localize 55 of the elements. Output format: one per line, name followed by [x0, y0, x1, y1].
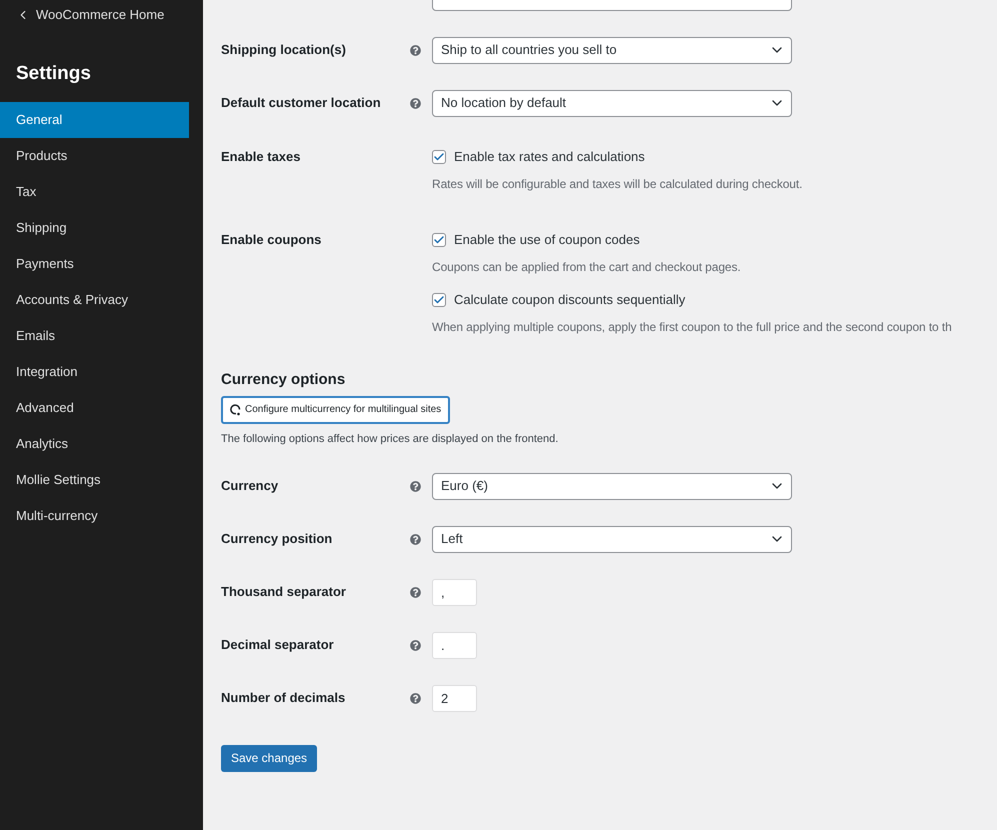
help-icon[interactable]	[410, 640, 421, 650]
help-icon[interactable]	[410, 44, 421, 56]
description-text: When applying multiple coupons, apply the first coupon to the full price and the second coupon to th	[432, 318, 952, 336]
sidebar-item[interactable]: Multi-currency	[0, 498, 189, 534]
select-field[interactable]: No location by default	[432, 90, 792, 116]
checkbox[interactable]	[432, 232, 446, 246]
configure-multicurrency-button[interactable]: Configure multicurrency for multilingual sites	[221, 396, 450, 424]
sidebar-item[interactable]: Emails	[0, 318, 189, 354]
select-field[interactable]: Left	[432, 526, 792, 552]
setting-label: Currency position	[221, 530, 334, 548]
input-field[interactable]: ,	[432, 578, 477, 606]
sidebar-item[interactable]: Mollie Settings	[0, 462, 189, 498]
sidebar-item[interactable]: Payments	[0, 246, 189, 282]
help-icon[interactable]	[410, 480, 421, 492]
checkbox-label[interactable]: Calculate coupon discounts sequentially	[454, 290, 686, 310]
section-heading: Currency options	[221, 370, 346, 390]
help-icon[interactable]	[410, 98, 421, 108]
setting-label: Shipping location(s)	[221, 41, 347, 60]
select-value: Ship to all countries you sell to	[441, 41, 617, 60]
sidebar-item[interactable]: Shipping	[0, 210, 189, 246]
help-icon[interactable]	[410, 692, 421, 704]
select-field[interactable]: Euro (€)	[432, 472, 792, 500]
checkbox[interactable]	[432, 292, 446, 306]
sidebar-item[interactable]: Products	[0, 138, 189, 174]
help-icon[interactable]	[410, 586, 421, 598]
setting-label: Thousand separator	[221, 583, 347, 602]
setting-label: Currency	[221, 477, 280, 496]
setting-label: Number of decimals	[221, 689, 346, 708]
sidebar-item[interactable]: General	[0, 102, 189, 138]
setting-label: Enable coupons	[221, 230, 322, 249]
select-field[interactable]: Ship to all countries you sell to	[432, 36, 792, 64]
input-field[interactable]: .	[432, 632, 477, 658]
checkbox-label[interactable]: Enable tax rates and calculations	[454, 146, 645, 166]
select-value: Euro (€)	[441, 477, 488, 496]
description-text: Coupons can be applied from the cart and checkout pages.	[432, 258, 742, 276]
sidebar-heading: Settings	[16, 62, 92, 86]
circle-arrow-icon	[230, 404, 241, 416]
sidebar-item[interactable]: Tax	[0, 174, 189, 210]
sidebar-item[interactable]: Integration	[0, 354, 189, 390]
setting-label: Decimal separator	[221, 636, 335, 654]
save-changes-button[interactable]: Save changes	[221, 744, 318, 772]
select-value: Left	[441, 530, 463, 548]
checkbox[interactable]	[432, 150, 446, 164]
checkbox-label[interactable]: Enable the use of coupon codes	[454, 230, 640, 250]
setting-label: Default customer location	[221, 94, 382, 112]
description-text: Rates will be configurable and taxes will be calculated during checkout.	[432, 176, 802, 192]
help-icon[interactable]	[410, 534, 421, 544]
setting-label: Enable taxes	[221, 148, 302, 166]
sidebar-item[interactable]: Analytics	[0, 426, 189, 462]
sidebar-item[interactable]: Advanced	[0, 390, 189, 426]
description-text: The following options affect how prices are displayed on the frontend.	[221, 432, 560, 446]
sidebar-item[interactable]: Accounts & Privacy	[0, 282, 189, 318]
input-field[interactable]: 2	[432, 684, 477, 712]
back-link[interactable]: WooCommerce Home	[0, 0, 203, 30]
select-value: No location by default	[441, 94, 566, 112]
